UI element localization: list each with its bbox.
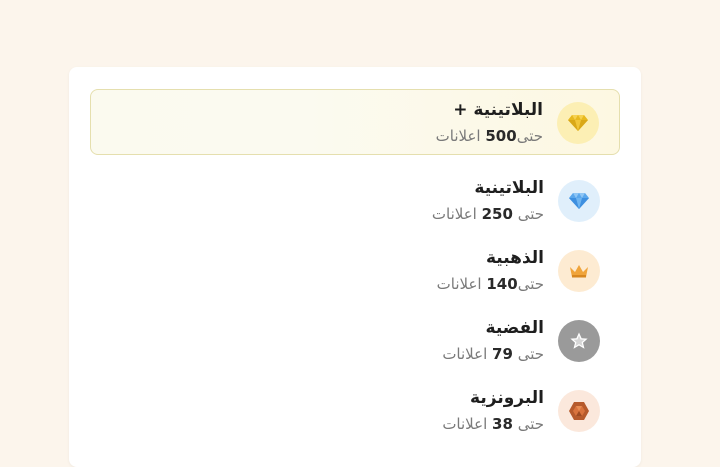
crown-icon bbox=[568, 262, 590, 280]
tier-name: الفضية bbox=[485, 318, 544, 338]
tier-badge bbox=[558, 320, 600, 362]
tier-name: البلاتينية bbox=[474, 178, 544, 198]
tier-limit: حتى140 اعلانات bbox=[436, 275, 544, 293]
tier-limit: حتى500 اعلانات bbox=[435, 127, 543, 145]
tier-platinum-plus[interactable]: البلاتينية + حتى500 اعلانات bbox=[90, 89, 620, 155]
tier-name: الذهبية bbox=[485, 248, 544, 268]
tier-bronze[interactable]: البرونزية حتى 38 اعلانات bbox=[90, 378, 620, 444]
tier-gold[interactable]: الذهبية حتى140 اعلانات bbox=[90, 238, 620, 304]
bronze-gem-icon bbox=[568, 401, 590, 421]
tier-platinum[interactable]: البلاتينية حتى 250 اعلانات bbox=[90, 168, 620, 234]
blue-diamond-icon bbox=[568, 191, 590, 211]
star-icon bbox=[569, 331, 589, 351]
tier-name: البلاتينية + bbox=[453, 100, 543, 120]
tier-badge bbox=[557, 102, 599, 144]
tier-silver[interactable]: الفضية حتى 79 اعلانات bbox=[90, 308, 620, 374]
tier-limit: حتى 38 اعلانات bbox=[442, 415, 544, 433]
gold-diamond-icon bbox=[567, 113, 589, 133]
tier-limit: حتى 250 اعلانات bbox=[431, 205, 544, 223]
tier-badge bbox=[558, 250, 600, 292]
tier-badge bbox=[558, 180, 600, 222]
tier-limit: حتى 79 اعلانات bbox=[442, 345, 544, 363]
membership-tiers-card: البلاتينية + حتى500 اعلانات البلاتينية ح… bbox=[69, 67, 641, 467]
tier-badge bbox=[558, 390, 600, 432]
tier-name: البرونزية bbox=[470, 388, 544, 408]
